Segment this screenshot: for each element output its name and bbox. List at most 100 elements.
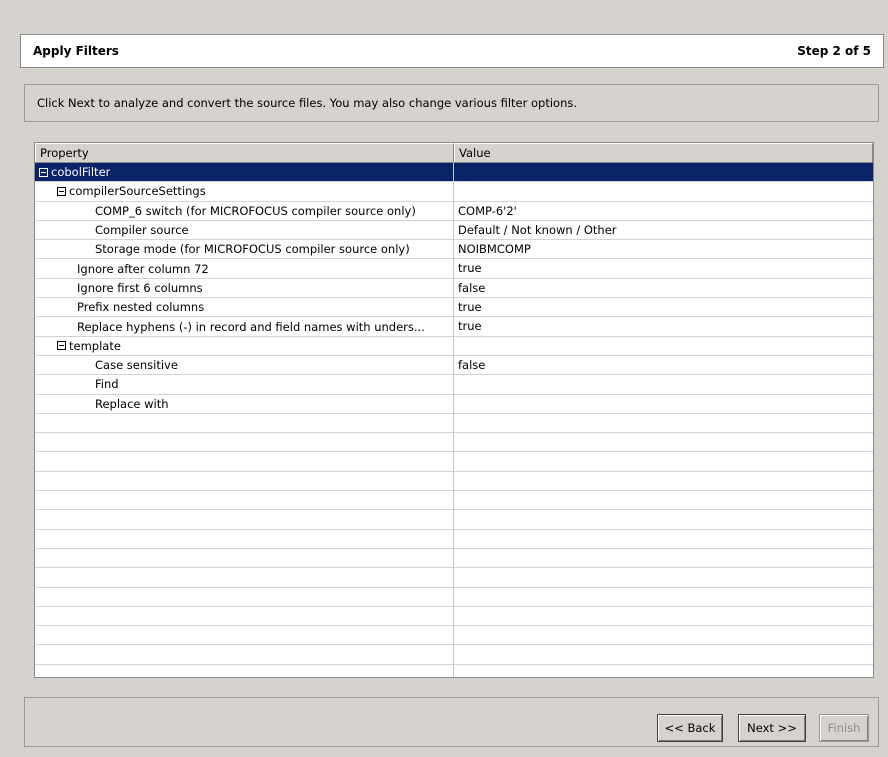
table-row[interactable]: template bbox=[35, 336, 873, 356]
empty-table-row bbox=[35, 510, 873, 530]
table-row[interactable]: Ignore after column 72 true bbox=[35, 259, 873, 279]
property-table[interactable]: Property Value cobolFilter compilerSource… bbox=[34, 142, 874, 678]
next-button[interactable]: Next >> bbox=[738, 714, 806, 742]
property-label: Case sensitive bbox=[95, 358, 178, 373]
property-cell[interactable]: Find bbox=[35, 375, 454, 394]
instructions-panel: Click Next to analyze and convert the so… bbox=[24, 84, 879, 122]
value-cell[interactable] bbox=[454, 163, 873, 182]
value-cell bbox=[454, 665, 873, 677]
table-row[interactable]: Find bbox=[35, 375, 873, 395]
column-header-value[interactable]: Value bbox=[454, 143, 873, 162]
table-header: Property Value bbox=[35, 143, 873, 163]
value-cell bbox=[454, 549, 873, 567]
value-cell bbox=[454, 645, 873, 663]
property-label: Storage mode (for MICROFOCUS compiler so… bbox=[95, 242, 410, 257]
value-cell[interactable]: Default / Not known / Other bbox=[454, 221, 873, 239]
wizard-header: Apply Filters Step 2 of 5 bbox=[20, 34, 884, 68]
table-body: cobolFilter compilerSourceSettings COMP_6 … bbox=[35, 163, 873, 677]
instructions-text: Click Next to analyze and convert the so… bbox=[37, 96, 578, 110]
empty-table-row bbox=[35, 471, 873, 492]
property-cell[interactable]: Ignore after column 72 bbox=[35, 259, 454, 278]
property-label: template bbox=[69, 338, 121, 353]
property-label: compilerSourceSettings bbox=[69, 184, 206, 199]
property-cell[interactable]: Ignore first 6 columns bbox=[35, 278, 454, 298]
value-cell[interactable] bbox=[454, 395, 873, 413]
table-row[interactable]: Ignore first 6 columns false bbox=[35, 278, 873, 299]
property-cell bbox=[35, 606, 454, 626]
collapse-icon[interactable] bbox=[57, 341, 66, 351]
empty-table-row bbox=[35, 529, 873, 549]
value-cell bbox=[454, 414, 873, 432]
value-cell bbox=[454, 472, 873, 490]
property-cell[interactable]: Prefix nested columns bbox=[35, 298, 454, 317]
property-cell bbox=[35, 433, 454, 452]
table-row[interactable]: Case sensitive false bbox=[35, 355, 873, 376]
value-cell bbox=[454, 568, 873, 586]
empty-table-row bbox=[35, 626, 873, 646]
property-label: Prefix nested columns bbox=[77, 300, 205, 315]
empty-table-row bbox=[35, 491, 873, 511]
value-cell[interactable] bbox=[454, 182, 873, 200]
property-cell[interactable]: cobolFilter bbox=[35, 163, 454, 182]
value-cell[interactable]: true bbox=[454, 298, 873, 316]
property-cell bbox=[35, 568, 454, 587]
property-cell[interactable]: Case sensitive bbox=[35, 355, 454, 375]
property-cell[interactable]: Compiler source bbox=[35, 220, 454, 240]
value-cell[interactable]: NOIBMCOMP bbox=[454, 240, 873, 258]
property-cell[interactable]: template bbox=[35, 336, 454, 355]
value-cell[interactable]: true bbox=[454, 259, 873, 277]
property-cell[interactable]: compilerSourceSettings bbox=[35, 182, 454, 201]
property-cell bbox=[35, 413, 454, 433]
table-row[interactable]: cobolFilter bbox=[35, 163, 873, 183]
table-row[interactable]: compilerSourceSettings bbox=[35, 182, 873, 202]
property-label: Replace hyphens (-) in record and field … bbox=[77, 319, 425, 334]
value-cell[interactable] bbox=[454, 375, 873, 393]
button-bar: << Back Next >> Finish bbox=[24, 697, 879, 747]
value-cell[interactable]: true bbox=[454, 317, 873, 335]
value-cell[interactable]: COMP-6'2' bbox=[454, 202, 873, 220]
table-row[interactable]: COMP_6 switch (for MICROFOCUS compiler s… bbox=[35, 201, 873, 221]
value-cell bbox=[454, 626, 873, 644]
value-cell bbox=[454, 530, 873, 548]
property-cell[interactable]: Replace with bbox=[35, 394, 454, 413]
table-row[interactable]: Replace hyphens (-) in record and field … bbox=[35, 317, 873, 337]
property-label: Ignore after column 72 bbox=[77, 261, 209, 276]
property-cell[interactable]: COMP_6 switch (for MICROFOCUS compiler s… bbox=[35, 201, 454, 220]
collapse-icon[interactable] bbox=[39, 167, 48, 177]
finish-button: Finish bbox=[819, 714, 869, 742]
empty-table-row bbox=[35, 433, 873, 453]
property-cell bbox=[35, 452, 454, 471]
back-button[interactable]: << Back bbox=[657, 714, 723, 742]
property-cell[interactable]: Replace hyphens (-) in record and field … bbox=[35, 317, 454, 336]
step-indicator: Step 2 of 5 bbox=[797, 44, 871, 58]
property-label: Ignore first 6 columns bbox=[77, 280, 203, 295]
property-cell bbox=[35, 529, 454, 548]
empty-table-row bbox=[35, 587, 873, 607]
property-label: Replace with bbox=[95, 396, 169, 411]
value-cell bbox=[454, 607, 873, 625]
table-row[interactable]: Storage mode (for MICROFOCUS compiler so… bbox=[35, 240, 873, 260]
property-label: Compiler source bbox=[95, 223, 189, 238]
table-row[interactable]: Compiler source Default / Not known / Oth… bbox=[35, 220, 873, 241]
property-label: COMP_6 switch (for MICROFOCUS compiler s… bbox=[95, 203, 416, 218]
empty-table-row bbox=[35, 568, 873, 588]
collapse-icon[interactable] bbox=[57, 186, 66, 196]
value-cell bbox=[454, 588, 873, 606]
property-cell bbox=[35, 491, 454, 510]
property-cell[interactable]: Storage mode (for MICROFOCUS compiler so… bbox=[35, 240, 454, 259]
empty-table-row bbox=[35, 645, 873, 665]
value-cell bbox=[454, 452, 873, 470]
column-header-property[interactable]: Property bbox=[35, 143, 454, 162]
value-cell[interactable]: false bbox=[454, 356, 873, 374]
table-row[interactable]: Prefix nested columns true bbox=[35, 298, 873, 318]
property-cell bbox=[35, 645, 454, 664]
empty-table-row bbox=[35, 664, 873, 677]
property-label: Find bbox=[95, 377, 119, 392]
page-title: Apply Filters bbox=[33, 44, 119, 58]
value-cell bbox=[454, 433, 873, 451]
property-cell bbox=[35, 587, 454, 606]
value-cell[interactable] bbox=[454, 337, 873, 355]
value-cell[interactable]: false bbox=[454, 279, 873, 297]
table-row[interactable]: Replace with bbox=[35, 394, 873, 414]
property-cell bbox=[35, 548, 454, 568]
